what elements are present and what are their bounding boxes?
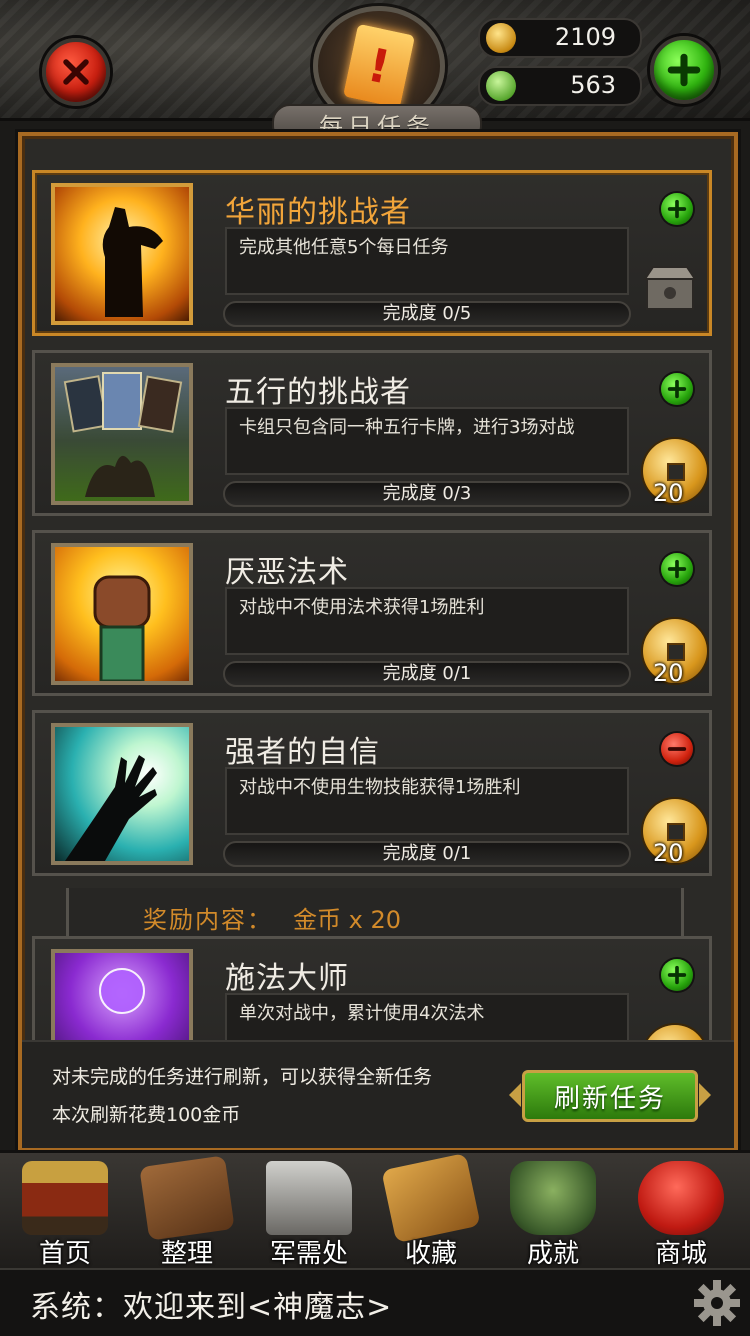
- jade-value: 563: [570, 71, 616, 99]
- quest-title: 华丽的挑战者: [225, 195, 411, 230]
- nav-collection[interactable]: 收藏: [372, 1152, 490, 1271]
- quest-image: [51, 949, 193, 1040]
- nav-achievements[interactable]: 成就: [494, 1153, 612, 1271]
- plus-icon: [667, 379, 687, 399]
- minus-icon: [667, 747, 687, 751]
- bottom-nav: 首页 整理 军需处 收藏 成就 商城: [0, 1150, 750, 1271]
- quest-image: [51, 363, 193, 505]
- quest-title: 厌恶法术: [225, 555, 349, 590]
- refresh-quests-button[interactable]: 刷新任务: [509, 1070, 711, 1122]
- quest-card[interactable]: 强者的自信 对战中不使用生物技能获得1场胜利 完成度 0/1 20: [32, 710, 712, 876]
- system-chat-bar[interactable]: 系统：欢迎来到<神魔志>: [0, 1268, 750, 1336]
- gear-icon[interactable]: [692, 1278, 742, 1328]
- quest-progress: 完成度 0/1: [223, 661, 631, 687]
- quest-scroll-icon: !: [342, 23, 416, 109]
- refresh-cost: 本次刷新花费100金币: [52, 1104, 241, 1126]
- quest-toggle-button[interactable]: [661, 733, 693, 765]
- reward-detail-label: 奖励内容：: [143, 906, 273, 934]
- quest-list-clip: 施法大师 单次对战中，累计使用4次法术: [22, 936, 734, 1040]
- bronze-cauldron-icon: [510, 1161, 596, 1235]
- refresh-bar: 对未完成的任务进行刷新，可以获得全新任务 本次刷新花费100金币 刷新任务: [22, 1040, 734, 1148]
- quest-panel: 华丽的挑战者 完成其他任意5个每日任务 完成度 0/5 五行的挑战者 卡组只包含…: [18, 132, 738, 1150]
- nav-supply[interactable]: 军需处: [250, 1153, 368, 1271]
- plus-icon: [667, 199, 687, 219]
- close-button[interactable]: [42, 38, 110, 106]
- quest-image: [51, 183, 193, 325]
- quest-progress: 完成度 0/5: [223, 301, 631, 327]
- coin-value: 2109: [554, 23, 616, 51]
- nav-label: 收藏: [404, 1239, 457, 1269]
- quest-description: 完成其他任意5个每日任务: [225, 227, 629, 295]
- coin-counter: 2109: [478, 18, 642, 58]
- quest-progress: 完成度 0/3: [223, 481, 631, 507]
- reward-amount: 20: [653, 479, 684, 507]
- quest-title: 施法大师: [225, 961, 349, 996]
- refresh-hint: 对未完成的任务进行刷新，可以获得全新任务: [52, 1066, 433, 1088]
- plus-icon: [667, 965, 687, 985]
- gold-coin-icon: [643, 1025, 707, 1040]
- quest-progress: 完成度 0/1: [223, 841, 631, 867]
- jade-dragon-icon: [486, 71, 516, 101]
- nav-label: 商城: [654, 1239, 707, 1269]
- quest-toggle-button[interactable]: [661, 373, 693, 405]
- quest-image: [51, 723, 193, 865]
- quest-description: 对战中不使用生物技能获得1场胜利: [225, 767, 629, 835]
- quest-toggle-button[interactable]: [661, 553, 693, 585]
- nav-label: 首页: [38, 1239, 91, 1269]
- quest-card[interactable]: 华丽的挑战者 完成其他任意5个每日任务 完成度 0/5: [32, 170, 712, 336]
- treasure-bag-icon: [638, 1161, 724, 1235]
- anvil-icon: [266, 1161, 352, 1235]
- reward-detail: 奖励内容： 金币 x 20: [66, 888, 684, 940]
- scroll-case-icon: [381, 1152, 481, 1244]
- nav-label: 军需处: [269, 1239, 348, 1269]
- quest-description: 对战中不使用法术获得1场胜利: [225, 587, 629, 655]
- quest-title: 五行的挑战者: [225, 375, 411, 410]
- plus-icon: [667, 53, 701, 87]
- close-icon: [63, 59, 89, 85]
- top-bar: ! 每日任务 2109 563: [0, 0, 750, 144]
- system-message: 系统：欢迎来到<神魔志>: [30, 1290, 393, 1325]
- jade-counter: 563: [478, 66, 642, 106]
- pagoda-icon: [22, 1161, 108, 1235]
- quest-image: [51, 543, 193, 685]
- reward-amount: 20: [653, 839, 684, 867]
- nav-home[interactable]: 首页: [6, 1153, 124, 1271]
- reward-amount: 20: [653, 659, 684, 687]
- quest-toggle-button[interactable]: [661, 959, 693, 991]
- quest-toggle-button[interactable]: [661, 193, 693, 225]
- add-currency-button[interactable]: [650, 36, 718, 104]
- treasure-chest-icon: [643, 266, 697, 310]
- nav-label: 整理: [160, 1239, 213, 1269]
- gold-coin-icon: [486, 23, 516, 53]
- quest-card[interactable]: 五行的挑战者 卡组只包含同一种五行卡牌，进行3场对战 完成度 0/3 20: [32, 350, 712, 516]
- quest-card[interactable]: 施法大师 单次对战中，累计使用4次法术: [32, 936, 712, 1040]
- nav-organize[interactable]: 整理: [128, 1153, 246, 1271]
- nav-label: 成就: [526, 1239, 579, 1269]
- quest-card[interactable]: 厌恶法术 对战中不使用法术获得1场胜利 完成度 0/1 20: [32, 530, 712, 696]
- nav-shop[interactable]: 商城: [622, 1153, 740, 1271]
- plus-icon: [667, 559, 687, 579]
- quest-description: 单次对战中，累计使用4次法术: [225, 993, 629, 1040]
- quest-title: 强者的自信: [225, 735, 380, 770]
- book-icon: [139, 1155, 235, 1241]
- reward-detail-value: 金币 x 20: [293, 906, 401, 934]
- quest-description: 卡组只包含同一种五行卡牌，进行3场对战: [225, 407, 629, 475]
